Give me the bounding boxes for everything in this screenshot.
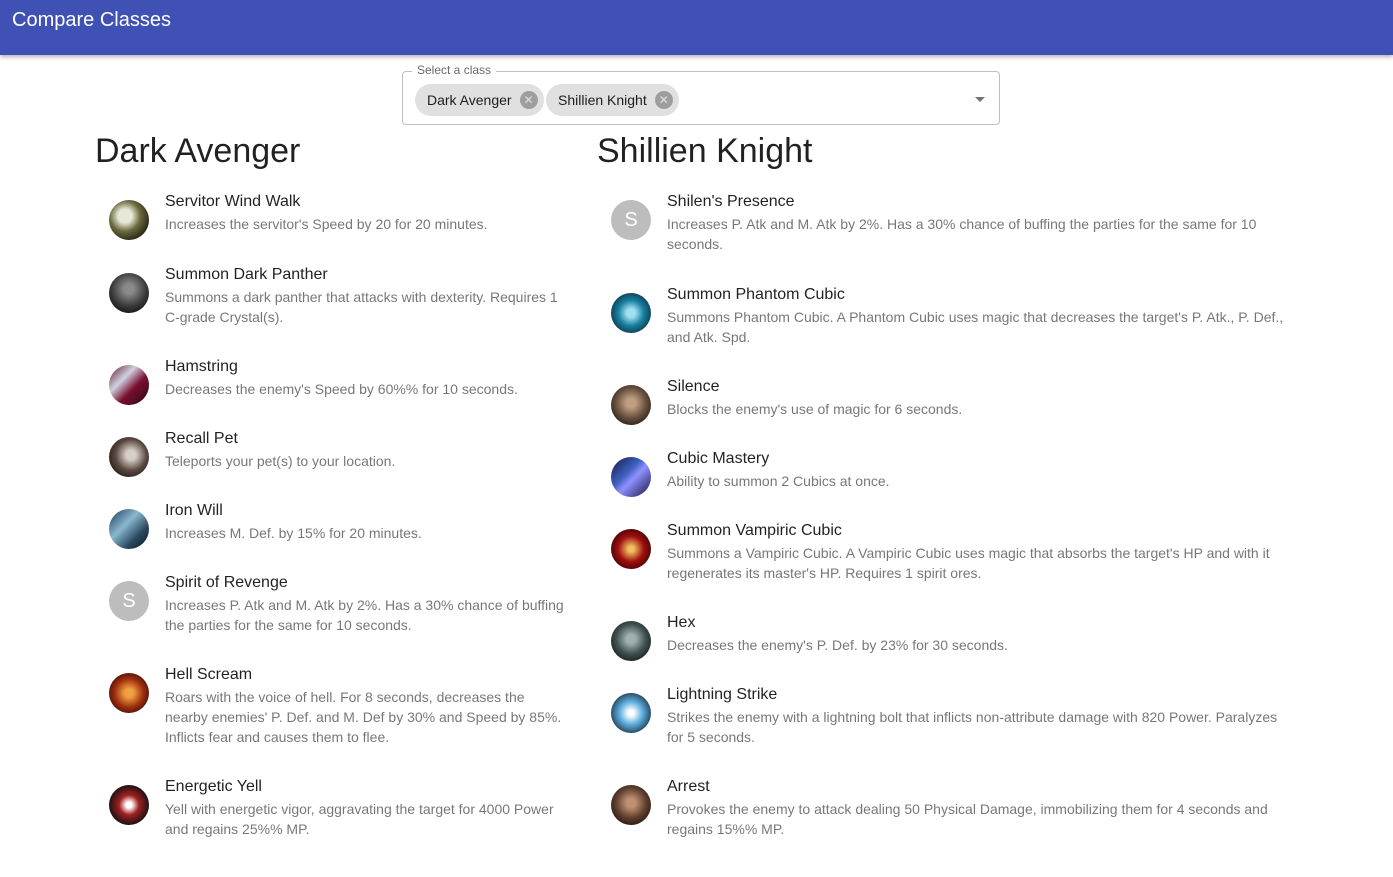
skill-text: Silence Blocks the enemy's use of magic f… xyxy=(667,378,1297,425)
skill-name: Summon Dark Panther xyxy=(165,266,328,283)
skill-item: Hell Scream Roars with the voice of hell.… xyxy=(109,666,565,747)
skill-description: Summons a Vampiric Cubic. A Vampiric Cub… xyxy=(667,545,1270,581)
skill-text: Spirit of Revenge Increases P. Atk and M.… xyxy=(165,574,565,635)
yell-icon xyxy=(109,785,149,825)
skill-name: Summon Phantom Cubic xyxy=(667,286,845,303)
skill-item: Lightning Strike Strikes the enemy with a… xyxy=(611,686,1297,747)
skill-text: Arrest Provokes the enemy to attack deali… xyxy=(667,778,1297,839)
skill-name: Summon Vampiric Cubic xyxy=(667,522,842,539)
wolf-icon xyxy=(109,200,149,240)
skill-description: Decreases the enemy's Speed by 60%% for … xyxy=(165,381,518,397)
skill-description: Strikes the enemy with a lightning bolt … xyxy=(667,709,1278,745)
skill-description: Teleports your pet(s) to your location. xyxy=(165,453,396,469)
skill-description: Provokes the enemy to attack dealing 50 … xyxy=(667,801,1268,837)
skill-text: Cubic Mastery Ability to summon 2 Cubics … xyxy=(667,450,1297,497)
scream-icon xyxy=(109,673,149,713)
skill-text: Servitor Wind Walk Increases the servitor… xyxy=(165,193,565,240)
skill-text: Hex Decreases the enemy's P. Def. by 23% … xyxy=(667,614,1297,661)
chip-remove-icon[interactable]: ✕ xyxy=(654,91,673,109)
skill-name: Spirit of Revenge xyxy=(165,574,288,591)
recall-icon xyxy=(109,437,149,477)
skill-description: Increases M. Def. by 15% for 20 minutes. xyxy=(165,525,422,541)
skill-description: Increases P. Atk and M. Atk by 2%. Has a… xyxy=(165,597,564,633)
skill-item: Hamstring Decreases the enemy's Speed by … xyxy=(109,358,565,405)
lightning-icon xyxy=(611,693,651,733)
skill-name: Shilen's Presence xyxy=(667,193,795,210)
phantom-cubic-icon xyxy=(611,293,651,333)
skill-text: Shilen's Presence Increases P. Atk and M.… xyxy=(667,193,1297,254)
cubic-mastery-icon xyxy=(611,457,651,497)
skill-name: Hell Scream xyxy=(165,666,253,683)
iron-will-icon xyxy=(109,509,149,549)
skill-name: Arrest xyxy=(667,778,710,795)
skill-description: Yell with energetic vigor, aggravating t… xyxy=(165,801,554,837)
skill-item: Summon Vampiric Cubic Summons a Vampiric … xyxy=(611,522,1297,583)
skill-item: Servitor Wind Walk Increases the servitor… xyxy=(109,193,565,240)
skill-item: Silence Blocks the enemy's use of magic f… xyxy=(611,378,1297,425)
skill-name: Cubic Mastery xyxy=(667,450,770,467)
letter-avatar: S xyxy=(611,200,651,240)
panther-icon xyxy=(109,273,149,313)
class-title: Shillien Knight xyxy=(597,132,813,170)
skill-text: Hamstring Decreases the enemy's Speed by … xyxy=(165,358,565,405)
skill-text: Summon Dark Panther Summons a dark panthe… xyxy=(165,266,565,327)
skill-text: Recall Pet Teleports your pet(s) to your … xyxy=(165,430,565,477)
chip-label: Dark Avenger xyxy=(427,92,512,108)
skill-description: Summons a dark panther that attacks with… xyxy=(165,289,558,325)
skill-item: Iron Will Increases M. Def. by 15% for 20… xyxy=(109,502,565,549)
skill-name: Recall Pet xyxy=(165,430,238,447)
silence-icon xyxy=(611,385,651,425)
skill-item: S Spirit of Revenge Increases P. Atk and M… xyxy=(109,574,565,635)
skill-description: Roars with the voice of hell. For 8 seco… xyxy=(165,689,562,745)
skill-item: Summon Dark Panther Summons a dark panthe… xyxy=(109,266,565,327)
skill-item: Arrest Provokes the enemy to attack deali… xyxy=(611,778,1297,839)
skill-name: Hex xyxy=(667,614,696,631)
skill-description: Summons Phantom Cubic. A Phantom Cubic u… xyxy=(667,309,1284,345)
skill-description: Blocks the enemy's use of magic for 6 se… xyxy=(667,401,963,417)
class-column-shillien-knight: Shillien Knight S Shilen's Presence Increa… xyxy=(597,130,1297,837)
class-select[interactable]: Select a class Dark Avenger ✕ Shillien K… xyxy=(402,63,1000,125)
skill-description: Increases P. Atk and M. Atk by 2%. Has a… xyxy=(667,216,1257,252)
class-title: Dark Avenger xyxy=(95,132,301,170)
chip-shillien-knight[interactable]: Shillien Knight ✕ xyxy=(546,84,679,116)
letter-avatar: S xyxy=(109,581,149,621)
app-bar: Compare Classes xyxy=(0,0,1393,55)
skill-text: Iron Will Increases M. Def. by 15% for 20… xyxy=(165,502,565,549)
skill-item: Energetic Yell Yell with energetic vigor,… xyxy=(109,778,565,839)
chip-remove-icon[interactable]: ✕ xyxy=(519,91,538,109)
skill-text: Energetic Yell Yell with energetic vigor,… xyxy=(165,778,565,839)
chip-label: Shillien Knight xyxy=(558,92,647,108)
skill-name: Silence xyxy=(667,378,720,395)
skill-text: Hell Scream Roars with the voice of hell.… xyxy=(165,666,565,747)
skill-text: Summon Vampiric Cubic Summons a Vampiric … xyxy=(667,522,1297,583)
skill-item: Cubic Mastery Ability to summon 2 Cubics … xyxy=(611,450,1297,497)
skill-name: Servitor Wind Walk xyxy=(165,193,301,210)
arrest-icon xyxy=(611,785,651,825)
skill-name: Energetic Yell xyxy=(165,778,262,795)
class-column-dark-avenger: Dark Avenger Servitor Wind Walk Increases… xyxy=(95,130,575,837)
skill-name: Hamstring xyxy=(165,358,238,375)
vampiric-cubic-icon xyxy=(611,529,651,569)
skill-description: Decreases the enemy's P. Def. by 23% for… xyxy=(667,637,1008,653)
skill-name: Lightning Strike xyxy=(667,686,778,703)
skill-item: S Shilen's Presence Increases P. Atk and M… xyxy=(611,193,1297,254)
skill-description: Increases the servitor's Speed by 20 for… xyxy=(165,216,488,232)
chip-dark-avenger[interactable]: Dark Avenger ✕ xyxy=(415,84,544,116)
skill-text: Lightning Strike Strikes the enemy with a… xyxy=(667,686,1297,747)
skill-description: Ability to summon 2 Cubics at once. xyxy=(667,473,890,489)
skill-text: Summon Phantom Cubic Summons Phantom Cubi… xyxy=(667,286,1297,347)
hex-icon xyxy=(611,621,651,661)
skill-name: Iron Will xyxy=(165,502,223,519)
skill-item: Hex Decreases the enemy's P. Def. by 23% … xyxy=(611,614,1297,661)
skill-item: Recall Pet Teleports your pet(s) to your … xyxy=(109,430,565,477)
select-label: Select a class xyxy=(412,63,497,77)
app-title: Compare Classes xyxy=(12,9,171,31)
skill-item: Summon Phantom Cubic Summons Phantom Cubi… xyxy=(611,286,1297,347)
hamstring-icon xyxy=(109,365,149,405)
dropdown-arrow-icon[interactable] xyxy=(975,97,985,102)
